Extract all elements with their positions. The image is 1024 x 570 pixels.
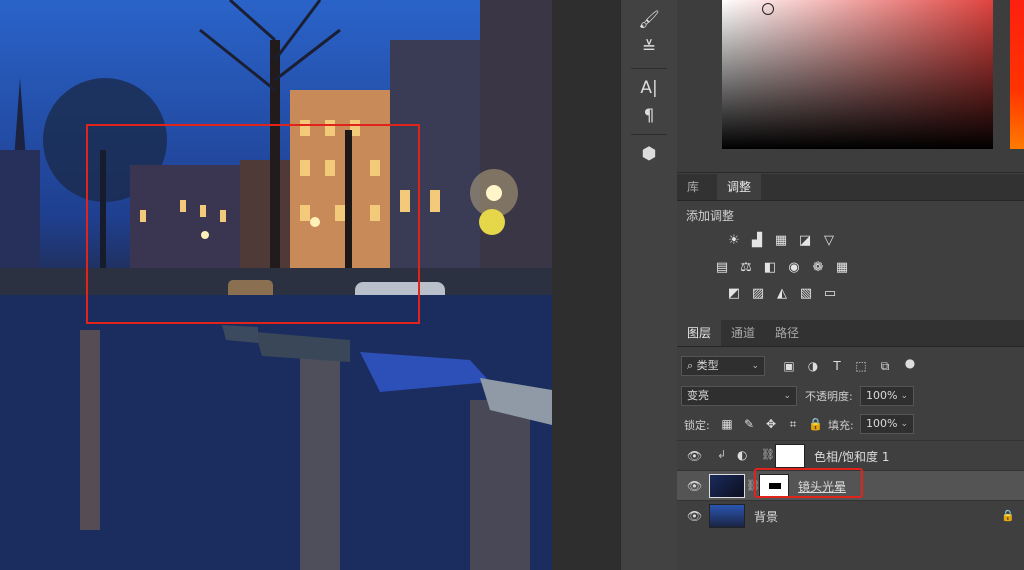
blend-mode-select[interactable]: 变亮 ⌄ [681,386,797,406]
type-tool-label: A| [640,78,658,98]
tab-paths[interactable]: 路径 [765,320,809,346]
chevron-down-icon: ⌄ [751,361,759,371]
selection-highlight-box [86,124,420,324]
opacity-label: 不透明度: [805,390,853,403]
adjustment-filter-icon[interactable]: ◑ [806,359,820,373]
opacity-input[interactable]: 100% ⌄ [860,386,914,406]
photo-filter-icon[interactable]: ◉ [786,261,802,275]
opacity-value: 100% [866,389,898,402]
layer-filter-kind-select[interactable]: ⌕ 类型 ⌄ [681,356,765,376]
tab-library[interactable]: 库 [677,174,709,200]
fill-label: 填充: [828,419,854,432]
black-white-icon[interactable]: ◧ [762,261,778,275]
add-adjustment-label: 添加调整 [686,209,735,223]
posterize-icon[interactable]: ▨ [750,287,766,301]
panel-dock-toolstrip: 🖌 ≚ A| ¶ ⬢ [620,0,677,570]
mask-highlight-box [754,468,863,498]
channel-mixer-icon[interactable]: ❁ [810,261,826,275]
shape-filter-icon[interactable]: ⬚ [854,359,868,373]
gradient-map-icon[interactable]: ▭ [822,287,838,301]
search-icon: ⌕ [687,359,694,372]
brush-settings-icon[interactable]: ≚ [635,36,663,60]
background-thumbnail[interactable] [709,504,745,528]
layer-name: 色相/饱和度 1 [814,450,890,464]
smart-object-filter-icon[interactable]: ⧉ [878,359,892,373]
selective-color-icon[interactable]: ▧ [798,287,814,301]
brush-icon[interactable]: 🖌 [635,8,663,32]
layers-empty-area [677,531,1024,570]
layer-mask-thumbnail[interactable] [775,444,805,468]
blend-mode-value: 变亮 [687,389,709,402]
3d-cube-icon[interactable]: ⬢ [635,142,663,166]
fill-input[interactable]: 100% ⌄ [860,414,914,434]
lock-icon: 🔒 [1001,509,1015,522]
brightness-contrast-icon[interactable]: ☀ [726,234,742,248]
lock-image-icon[interactable]: ✎ [742,417,756,431]
character-panel-icon[interactable]: A| [635,76,663,100]
chevron-down-icon: ⌄ [900,419,908,429]
lock-transparent-icon[interactable]: ▦ [720,417,734,431]
threshold-icon[interactable]: ◭ [774,287,790,301]
levels-icon[interactable]: ▟ [749,234,765,248]
tab-adjustments[interactable]: 调整 [717,174,762,200]
exposure-icon[interactable]: ◪ [797,234,813,248]
chevron-down-icon: ⌄ [783,391,791,401]
pixel-filter-icon[interactable]: ▣ [782,359,796,373]
vibrance-icon[interactable]: ▽ [821,234,837,248]
lock-label: 锁定: [684,419,710,432]
clipping-arrow-icon: ↲ [717,448,727,461]
adjustments-tabbar: 库 调整 [677,174,1024,201]
lock-position-icon[interactable]: ✥ [764,417,778,431]
filter-toggle-icon[interactable]: ● [903,356,917,370]
invert-icon[interactable]: ◩ [726,287,742,301]
toolstrip-divider [631,68,667,69]
lock-all-icon[interactable]: 🔒 [808,417,823,431]
paragraph-label: ¶ [643,106,655,126]
visibility-eye-icon[interactable]: 👁 [687,479,702,493]
lock-artboard-icon[interactable]: ⌗ [786,417,800,431]
layer-row-hue-saturation[interactable]: 👁 ↲ ◐ ⛓ 色相/饱和度 1 [677,440,1024,471]
layers-tabbar: 图层 通道 路径 [677,320,1024,347]
toolstrip-divider [631,134,667,135]
adjustment-layer-icon: ◐ [737,448,748,462]
tab-layers[interactable]: 图层 [677,320,722,346]
fill-value: 100% [866,417,898,430]
hue-saturation-icon[interactable]: ▤ [714,261,730,275]
layer-name: 背景 [754,510,779,524]
color-lookup-icon[interactable]: ▦ [834,261,850,275]
layer-row-background[interactable]: 👁 背景 🔒 [677,500,1024,531]
color-picker-ring-icon[interactable] [762,3,774,15]
document-canvas[interactable] [0,0,552,570]
filter-kind-value: 类型 [696,359,719,372]
visibility-eye-icon[interactable]: 👁 [687,509,702,523]
color-picker-field[interactable] [722,0,993,149]
link-chain-icon: ⛓ [761,448,775,461]
canvas-gutter [552,0,620,570]
smart-object-thumbnail[interactable] [709,474,745,498]
color-balance-icon[interactable]: ⚖ [738,261,754,275]
chevron-down-icon: ⌄ [900,391,908,401]
curves-icon[interactable]: ▦ [773,234,789,248]
hue-slider[interactable] [1010,0,1024,149]
type-filter-icon[interactable]: T [830,359,844,373]
paragraph-panel-icon[interactable]: ¶ [635,104,663,128]
tab-channels[interactable]: 通道 [721,320,765,346]
visibility-eye-icon[interactable]: 👁 [687,449,702,463]
